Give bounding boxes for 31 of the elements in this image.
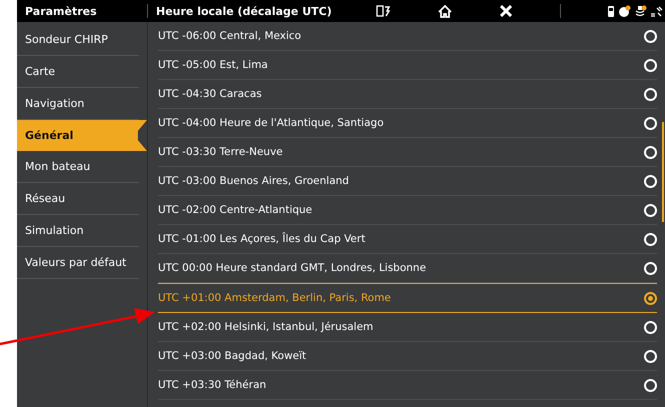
radio-button[interactable] <box>644 292 657 304</box>
device-icon <box>607 4 615 18</box>
gps-icon <box>650 4 663 18</box>
timezone-option[interactable]: UTC +03:00 Bagdad, Koweït <box>158 342 657 371</box>
timezone-option[interactable]: UTC +03:30 Téhéran <box>158 371 657 400</box>
timezone-option[interactable]: UTC +01:00 Amsterdam, Berlin, Paris, Rome <box>158 283 657 313</box>
timezone-option[interactable]: UTC -05:00 Est, Lima <box>158 51 657 80</box>
clock-warning-icon <box>618 4 631 18</box>
sidebar-item[interactable]: Sondeur CHIRP <box>17 24 139 56</box>
home-icon[interactable] <box>438 4 452 18</box>
timezone-option[interactable]: UTC -02:00 Centre-Atlantique <box>158 196 657 225</box>
timezone-option[interactable]: UTC +02:00 Helsinki, Istanbul, Jérusalem <box>158 313 657 342</box>
timezone-option[interactable]: UTC -04:30 Caracas <box>158 80 657 109</box>
sidebar-item[interactable]: Valeurs par défaut <box>17 247 139 279</box>
sidebar-item[interactable]: Carte <box>17 56 139 88</box>
timezone-option[interactable]: UTC -04:00 Heure de l'Atlantique, Santiago <box>158 109 657 138</box>
sonar-warning-icon <box>634 4 647 18</box>
timezone-option[interactable]: UTC -03:30 Terre-Neuve <box>158 138 657 167</box>
timezone-option[interactable]: UTC -06:00 Central, Mexico <box>158 22 657 51</box>
timezone-option[interactable]: UTC -03:00 Buenos Aires, Groenland <box>158 167 657 196</box>
scrollbar[interactable] <box>662 122 664 222</box>
sidebar-item[interactable]: Mon bateau <box>17 151 139 183</box>
page-title: Heure locale (décalage UTC) <box>155 4 333 18</box>
swap-icon[interactable] <box>376 5 390 17</box>
timezone-option[interactable]: UTC 00:00 Heure standard GMT, Londres, Lisbonne <box>158 254 657 283</box>
sidebar-item[interactable]: Général <box>17 120 147 151</box>
sidebar-item[interactable]: Simulation <box>17 215 139 247</box>
panel-title: Paramètres <box>24 4 98 18</box>
timezone-option[interactable]: UTC -01:00 Les Açores, Îles du Cap Vert <box>158 225 657 254</box>
close-icon[interactable] <box>500 5 512 17</box>
sidebar-item[interactable]: Réseau <box>17 183 139 215</box>
